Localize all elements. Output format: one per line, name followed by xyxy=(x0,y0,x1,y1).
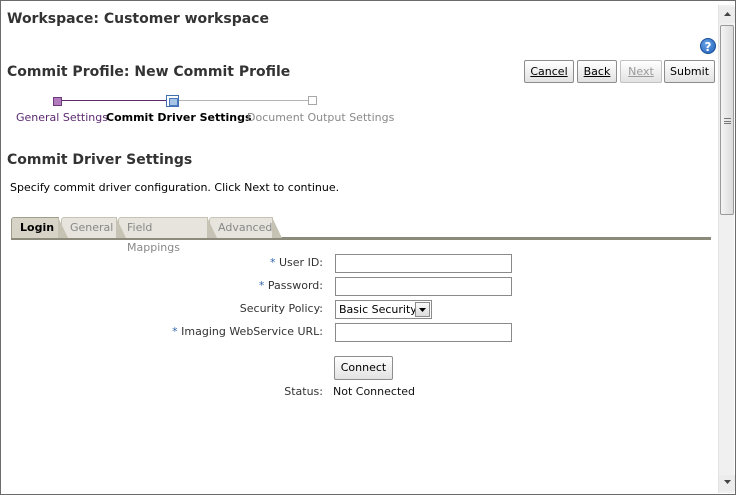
help-icon[interactable]: ? xyxy=(700,38,716,54)
workspace-title: Workspace: Customer workspace xyxy=(7,11,269,27)
security-policy-select[interactable]: Basic Security xyxy=(335,300,432,319)
grip-icon xyxy=(724,118,731,124)
required-marker: * xyxy=(258,279,265,292)
required-marker: * xyxy=(270,256,276,269)
scrollbar-thumb[interactable] xyxy=(720,25,734,215)
scroll-up-icon[interactable] xyxy=(719,7,735,23)
security-policy-label: Security Policy: xyxy=(239,302,323,315)
cancel-button[interactable]: Cancel xyxy=(524,60,574,83)
connect-button[interactable]: Connect xyxy=(334,356,393,380)
imaging-url-label-text: Imaging WebService URL: xyxy=(181,325,323,338)
scroll-down-icon[interactable] xyxy=(719,475,735,491)
tab-general[interactable]: General xyxy=(61,217,126,238)
next-button[interactable]: Next xyxy=(620,60,662,83)
section-title: Commit Driver Settings xyxy=(7,152,193,168)
security-policy-value: Basic Security xyxy=(339,303,417,316)
tab-login[interactable]: Login xyxy=(11,217,68,238)
train-label-commit-driver-settings: Commit Driver Settings xyxy=(106,111,252,124)
train-connector-visited xyxy=(62,100,167,101)
required-marker: * xyxy=(172,325,178,338)
imaging-url-field[interactable] xyxy=(335,323,512,342)
tab-advanced[interactable]: Advanced xyxy=(209,217,282,238)
user-id-field[interactable] xyxy=(335,254,512,273)
vertical-scrollbar[interactable] xyxy=(718,5,735,493)
back-button[interactable]: Back xyxy=(577,60,617,83)
status-value: Not Connected xyxy=(333,385,416,398)
train-stop-general-settings[interactable] xyxy=(53,97,62,106)
user-id-label-text: User ID: xyxy=(279,256,323,269)
next-button-label: Next xyxy=(628,65,654,78)
password-label: * Password: xyxy=(259,279,323,292)
password-field[interactable] xyxy=(335,277,512,296)
train-connector-unvisited xyxy=(178,100,308,101)
user-id-label: * User ID: xyxy=(270,256,323,269)
chevron-down-icon[interactable] xyxy=(415,302,430,317)
status-label: Status: xyxy=(284,385,323,398)
password-label-text: Password: xyxy=(267,279,323,292)
train-stop-commit-driver-settings xyxy=(166,95,179,107)
submit-button-label: Submit xyxy=(669,65,710,78)
cancel-button-label: Cancel xyxy=(530,65,568,78)
page-title: Commit Profile: New Commit Profile xyxy=(7,64,291,80)
train-link-general-settings[interactable]: General Settings xyxy=(16,111,108,124)
back-button-label: Back xyxy=(583,65,611,78)
tab-field-mappings[interactable]: Field Mappings xyxy=(118,217,217,254)
imaging-url-label: * Imaging WebService URL: xyxy=(172,325,323,338)
submit-button[interactable]: Submit xyxy=(664,60,715,83)
train-label-document-output-settings: Document Output Settings xyxy=(247,111,395,124)
page-frame: Workspace: Customer workspace ? Commit P… xyxy=(0,0,736,495)
train-stop-document-output-settings xyxy=(308,96,317,105)
instructions-text: Specify commit driver configuration. Cli… xyxy=(10,181,340,194)
